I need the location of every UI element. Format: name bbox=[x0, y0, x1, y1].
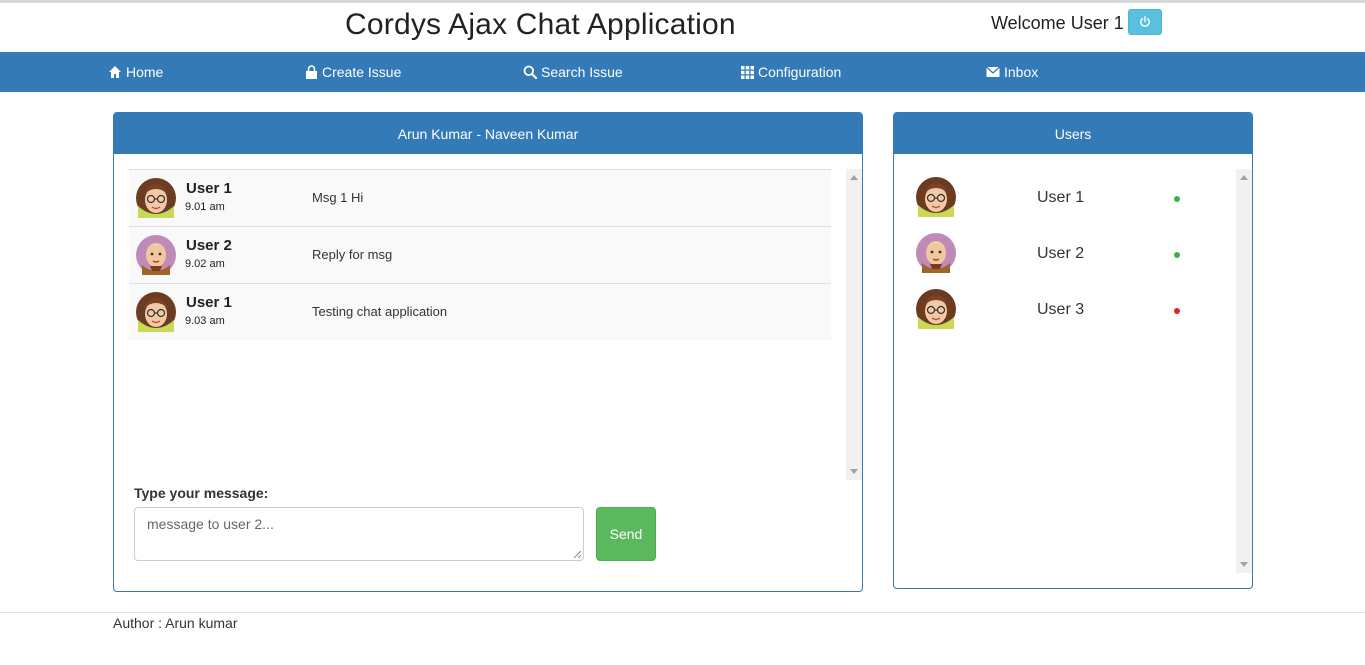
user-list-item[interactable]: User 1 bbox=[916, 177, 1196, 221]
avatar bbox=[136, 178, 176, 218]
nav-create-issue[interactable]: Create Issue bbox=[305, 64, 401, 80]
nav-configuration-label: Configuration bbox=[758, 64, 842, 80]
avatar bbox=[916, 289, 956, 329]
message-user: User 2 bbox=[186, 237, 232, 254]
scroll-down-arrow-icon[interactable] bbox=[1240, 562, 1248, 567]
nav-inbox-label: Inbox bbox=[1004, 64, 1039, 80]
message-time: 9.03 am bbox=[185, 315, 225, 327]
message-input[interactable] bbox=[134, 507, 584, 561]
grid-icon bbox=[741, 65, 754, 79]
nav-home[interactable]: Home bbox=[108, 64, 163, 80]
message-scrollbar[interactable] bbox=[846, 169, 862, 480]
avatar bbox=[916, 177, 956, 217]
logout-button[interactable] bbox=[1128, 9, 1162, 35]
main-navbar: Home Create Issue Search Issue Configura… bbox=[0, 52, 1365, 92]
avatar bbox=[136, 292, 176, 332]
top-border bbox=[0, 0, 1365, 3]
status-dot bbox=[1174, 252, 1180, 258]
scroll-down-arrow-icon[interactable] bbox=[850, 469, 858, 474]
nav-home-label: Home bbox=[126, 64, 164, 80]
nav-search-issue-label: Search Issue bbox=[541, 64, 623, 80]
status-dot bbox=[1174, 196, 1180, 202]
nav-inbox[interactable]: Inbox bbox=[986, 64, 1038, 80]
avatar bbox=[916, 233, 956, 273]
message-user: User 1 bbox=[186, 180, 232, 197]
message-item: User 1 9.03 am Testing chat application bbox=[129, 283, 831, 340]
nav-configuration[interactable]: Configuration bbox=[741, 64, 841, 80]
user-list-item[interactable]: User 3 bbox=[916, 289, 1196, 333]
message-time: 9.01 am bbox=[185, 201, 225, 213]
page-title: Cordys Ajax Chat Application bbox=[345, 8, 736, 41]
status-dot bbox=[1174, 308, 1180, 314]
message-text: Msg 1 Hi bbox=[312, 190, 364, 205]
home-icon bbox=[109, 66, 121, 78]
envelope-icon bbox=[986, 66, 1000, 77]
user-name: User 1 bbox=[1037, 189, 1085, 206]
message-item: User 1 9.01 am Msg 1 Hi bbox=[129, 169, 831, 226]
message-list[interactable]: User 1 9.01 am Msg 1 Hi User 2 9.02 am R… bbox=[129, 169, 831, 481]
nav-create-issue-label: Create Issue bbox=[322, 64, 402, 80]
message-item: User 2 9.02 am Reply for msg bbox=[129, 226, 831, 283]
message-text: Reply for msg bbox=[312, 247, 393, 262]
footer-divider bbox=[0, 612, 1365, 613]
lock-icon bbox=[306, 65, 317, 79]
send-button[interactable]: Send bbox=[596, 507, 656, 561]
welcome-text: Welcome User 1 bbox=[991, 13, 1124, 33]
nav-search-issue[interactable]: Search Issue bbox=[523, 64, 623, 80]
user-name: User 2 bbox=[1037, 245, 1085, 262]
chat-panel: Arun Kumar - Naveen Kumar User 1 9.01 am… bbox=[113, 112, 863, 592]
search-icon bbox=[523, 65, 537, 79]
chat-panel-title: Arun Kumar - Naveen Kumar bbox=[114, 113, 862, 154]
power-icon bbox=[1140, 16, 1150, 27]
footer-author: Author : Arun kumar bbox=[113, 615, 238, 631]
message-input-label: Type your message: bbox=[134, 485, 269, 501]
user-list-item[interactable]: User 2 bbox=[916, 233, 1196, 277]
message-time: 9.02 am bbox=[185, 258, 225, 270]
users-scrollbar[interactable] bbox=[1236, 169, 1252, 573]
scroll-up-arrow-icon[interactable] bbox=[850, 175, 858, 180]
resize-grip-icon[interactable] bbox=[573, 550, 582, 559]
users-panel-title: Users bbox=[894, 113, 1252, 154]
user-name: User 3 bbox=[1037, 301, 1085, 318]
message-user: User 1 bbox=[186, 294, 232, 311]
message-text: Testing chat application bbox=[312, 304, 448, 319]
scroll-up-arrow-icon[interactable] bbox=[1240, 175, 1248, 180]
avatar bbox=[136, 235, 176, 275]
users-panel: Users User 1 User 2 User 3 bbox=[893, 112, 1253, 589]
